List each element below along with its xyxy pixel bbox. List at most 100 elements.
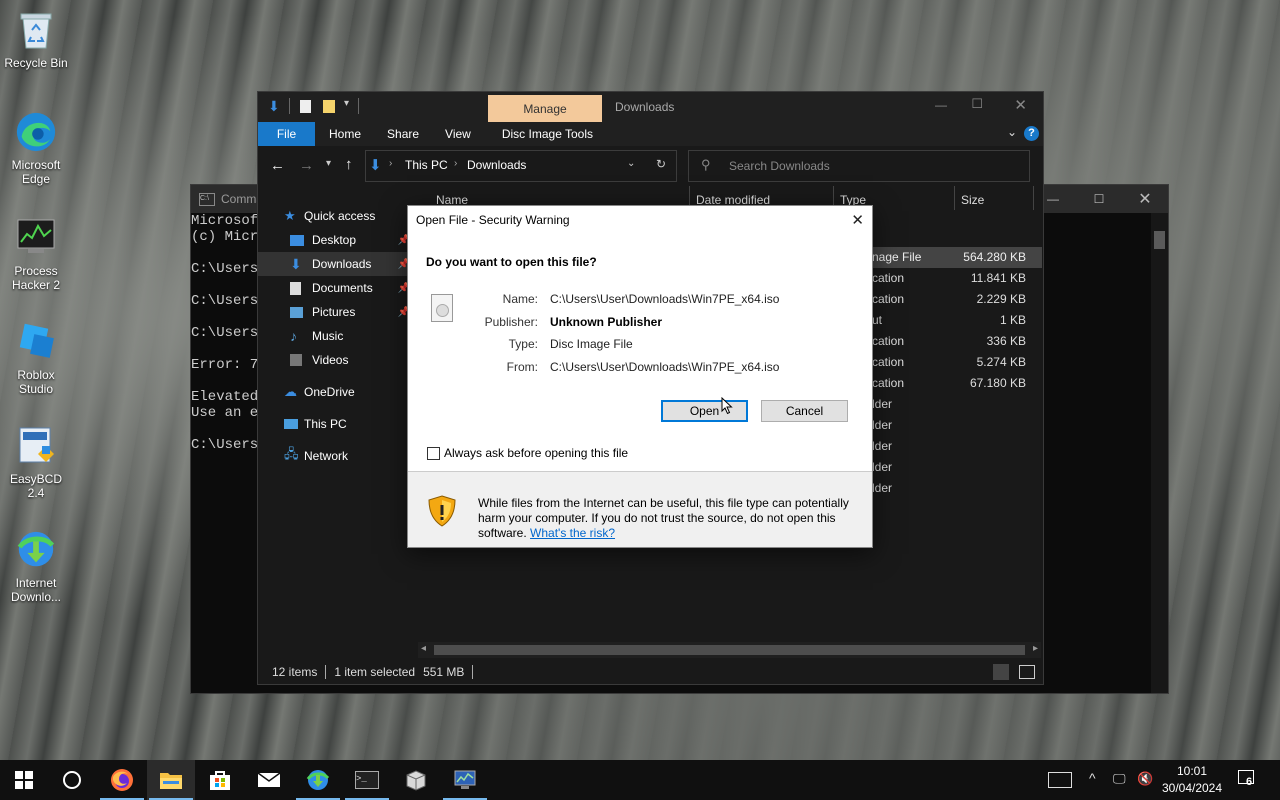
breadcrumb-downloads[interactable]: Downloads [467, 158, 526, 172]
nav-item-quick-access[interactable]: ★ Quick access [258, 204, 416, 228]
cmd-line: (c) Micro [191, 229, 267, 245]
roblox-studio-icon [14, 320, 58, 364]
taskbar-mail[interactable] [245, 760, 293, 800]
clock[interactable]: 10:01 30/04/2024 [1160, 763, 1224, 797]
nav-item-label: Documents [312, 281, 373, 295]
maximize-icon[interactable]: ☐ [971, 96, 983, 112]
field-label-from: From: [506, 360, 538, 374]
forward-icon[interactable]: → [299, 157, 314, 174]
windows-logo-icon [15, 771, 33, 789]
taskbar-process-hacker[interactable] [441, 760, 489, 800]
nav-item-documents[interactable]: Documents 📌 [258, 276, 416, 300]
cmd-line: C:\Users\ [191, 437, 267, 453]
quick-save-icon[interactable]: ⬇ [268, 98, 280, 115]
row-type: lder [872, 418, 893, 432]
taskbar-file-explorer[interactable] [147, 760, 195, 800]
tab-share[interactable]: Share [374, 122, 432, 146]
taskbar-command-prompt[interactable]: >_ [343, 760, 391, 800]
recent-locations-icon[interactable]: ▾ [326, 158, 331, 169]
firefox-icon [111, 769, 133, 791]
nav-item-downloads[interactable]: ⬇ Downloads 📌 [258, 252, 416, 276]
selection-count: 1 item selected [334, 665, 416, 679]
touch-keyboard-icon[interactable] [1048, 772, 1072, 788]
open-button[interactable]: Open [661, 400, 748, 422]
close-icon[interactable]: ✕ [1014, 96, 1027, 114]
desktop-icon-label: EasyBCD 2.4 [9, 472, 62, 500]
dialog-titlebar[interactable]: Open File - Security Warning ✕ [408, 206, 872, 234]
pictures-folder-icon [290, 306, 303, 318]
cmd-line: C:\Users\ [191, 293, 267, 309]
close-icon[interactable]: ✕ [1122, 189, 1168, 209]
cmd-line: Use an el [191, 405, 267, 421]
warning-text-block: While files from the Internet can be use… [478, 496, 864, 541]
dialog-title: Open File - Security Warning [416, 213, 570, 227]
large-icons-view-icon[interactable] [1019, 665, 1035, 679]
field-label-publisher: Publisher: [484, 315, 538, 329]
desktop-icon-process-hacker[interactable]: Process Hacker 2 [4, 216, 68, 292]
nav-item-onedrive[interactable]: ☁ OneDrive [258, 380, 416, 404]
scroll-left-icon[interactable]: ◂ [421, 643, 426, 654]
scrollbar-thumb[interactable] [434, 645, 1025, 655]
desktop-icon-easybcd[interactable]: EasyBCD 2.4 [4, 424, 68, 500]
manage-tab[interactable]: Manage [488, 95, 602, 122]
nav-item-videos[interactable]: Videos [258, 348, 416, 372]
process-hacker-icon [14, 216, 58, 260]
address-bar[interactable]: ⬇ › This PC › Downloads ⌄ ↻ [365, 150, 677, 182]
nav-item-this-pc[interactable]: This PC [258, 412, 416, 436]
help-icon[interactable]: ? [1024, 126, 1039, 141]
tab-home[interactable]: Home [315, 122, 374, 146]
desktop-icon-recycle-bin[interactable]: Recycle Bin [4, 8, 68, 70]
close-icon[interactable]: ✕ [851, 211, 864, 229]
taskbar-app-installer[interactable] [392, 760, 440, 800]
row-type: lder [872, 439, 893, 453]
customize-toolbar-icon[interactable]: ▾ [344, 98, 349, 109]
always-ask-checkbox-row[interactable]: Always ask before opening this file [427, 446, 628, 460]
details-view-icon[interactable] [993, 664, 1009, 680]
music-folder-icon: ♪ [290, 328, 297, 344]
column-header-size[interactable]: Size [961, 193, 984, 207]
maximize-icon[interactable]: ☐ [1076, 192, 1122, 206]
process-hacker-icon [454, 770, 476, 789]
network-status-icon[interactable]: 🖵 [1113, 771, 1126, 787]
up-icon[interactable]: ↑ [345, 156, 353, 173]
tab-view[interactable]: View [432, 122, 484, 146]
nav-item-label: Music [312, 329, 344, 343]
desktop-icon-roblox-studio[interactable]: Roblox Studio [4, 320, 68, 396]
cmd-line [191, 309, 267, 325]
cancel-button[interactable]: Cancel [761, 400, 848, 422]
field-label-type: Type: [508, 337, 538, 351]
start-button[interactable] [0, 760, 48, 800]
whats-the-risk-link[interactable]: What's the risk? [530, 526, 615, 540]
action-center-button[interactable]: 6 [1236, 770, 1260, 790]
security-warning-dialog[interactable]: Open File - Security Warning ✕ Do you wa… [407, 205, 873, 548]
nav-item-music[interactable]: ♪ Music [258, 324, 416, 348]
volume-muted-icon[interactable]: 🔇 [1137, 771, 1153, 787]
taskbar-internet-download-manager[interactable] [294, 760, 342, 800]
explorer-titlebar[interactable]: ⬇ ▾ Manage Downloads — ☐ ✕ [258, 92, 1043, 122]
expand-ribbon-icon[interactable]: ⌄ [1007, 125, 1017, 139]
taskbar-microsoft-store[interactable] [196, 760, 244, 800]
taskbar-firefox[interactable] [98, 760, 146, 800]
properties-icon[interactable] [300, 100, 311, 113]
horizontal-scrollbar[interactable]: ◂ ▸ [418, 642, 1041, 658]
search-input[interactable]: ⚲ Search Downloads [688, 150, 1030, 182]
address-dropdown-icon[interactable]: ⌄ [627, 158, 635, 169]
nav-item-network[interactable]: 🖧 Network [258, 444, 416, 468]
tab-disc-image-tools[interactable]: Disc Image Tools [484, 122, 606, 146]
desktop-icon-internet-download-manager[interactable]: Internet Downlo... [4, 528, 68, 604]
search-button[interactable] [48, 760, 96, 800]
scroll-right-icon[interactable]: ▸ [1033, 643, 1038, 654]
cmd-scrollbar[interactable] [1151, 213, 1168, 693]
tab-file[interactable]: File [258, 122, 315, 146]
minimize-icon[interactable]: — [935, 98, 947, 112]
nav-item-pictures[interactable]: Pictures 📌 [258, 300, 416, 324]
show-hidden-icons-icon[interactable]: ^ [1089, 770, 1096, 786]
refresh-icon[interactable]: ↻ [656, 157, 666, 171]
new-folder-icon[interactable] [323, 100, 335, 113]
breadcrumb-this-pc[interactable]: This PC [405, 158, 448, 172]
nav-item-desktop[interactable]: Desktop 📌 [258, 228, 416, 252]
desktop-icon-edge[interactable]: Microsoft Edge [4, 110, 68, 186]
always-ask-checkbox[interactable] [427, 446, 440, 460]
back-icon[interactable]: ← [270, 157, 285, 174]
row-type: lder [872, 481, 893, 495]
